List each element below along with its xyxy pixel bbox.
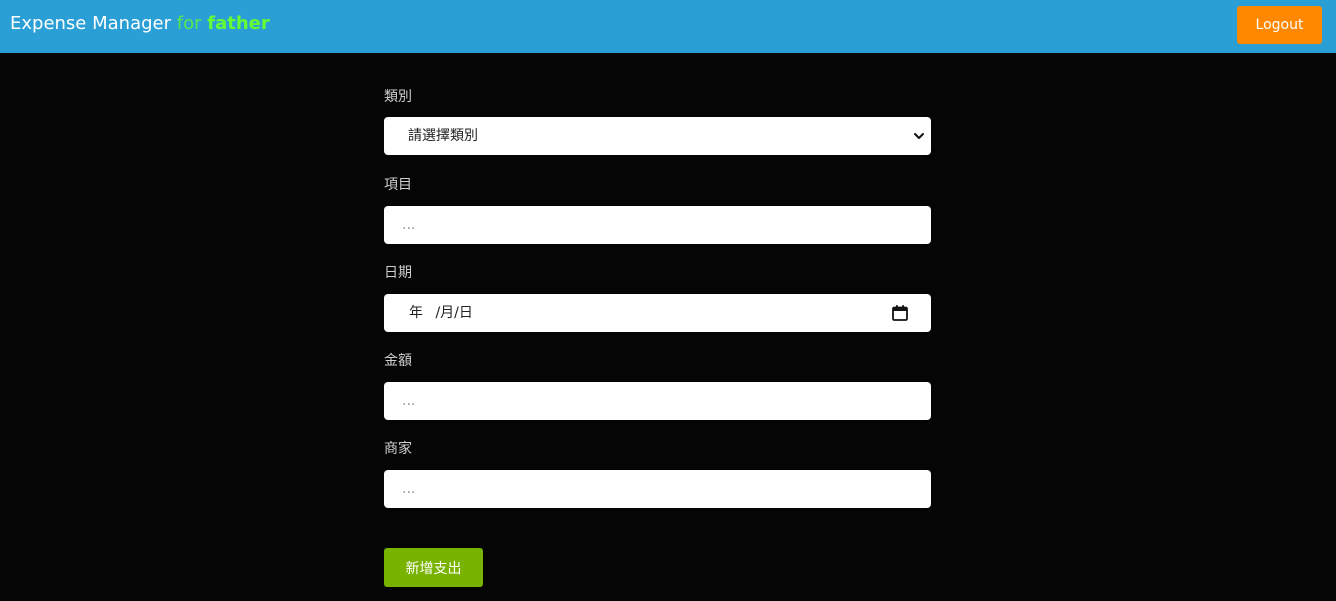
date-segments: 年 /月/日	[409, 304, 473, 322]
merchant-field-wrapper	[384, 470, 931, 508]
current-user-name: father	[207, 13, 270, 34]
item-input[interactable]	[384, 206, 931, 244]
add-expense-button[interactable]: 新增支出	[384, 548, 483, 587]
date-month-segment[interactable]: 月	[440, 305, 454, 321]
app-title: Expense Manager for father	[10, 12, 270, 36]
merchant-input[interactable]	[384, 470, 931, 508]
top-nav-bar: Expense Manager for father Logout	[0, 0, 1336, 53]
category-label: 類別	[384, 89, 412, 105]
amount-field-wrapper	[384, 382, 931, 420]
date-input[interactable]: 年 /月/日	[384, 294, 931, 332]
date-label: 日期	[384, 265, 412, 281]
calendar-icon[interactable]	[891, 304, 909, 322]
date-year-segment[interactable]: 年	[409, 305, 423, 321]
category-select[interactable]: 請選擇類別	[384, 117, 931, 155]
date-day-segment[interactable]: 日	[459, 305, 473, 321]
item-label: 項目	[384, 177, 412, 193]
for-text: for	[176, 13, 202, 34]
item-field-wrapper	[384, 206, 931, 244]
merchant-label: 商家	[384, 441, 412, 457]
logout-button[interactable]: Logout	[1237, 6, 1322, 44]
amount-input[interactable]	[384, 382, 931, 420]
chevron-down-icon	[914, 133, 924, 139]
amount-label: 金額	[384, 353, 412, 369]
category-selected-value: 請選擇類別	[408, 128, 478, 144]
app-name: Expense Manager	[10, 13, 172, 34]
